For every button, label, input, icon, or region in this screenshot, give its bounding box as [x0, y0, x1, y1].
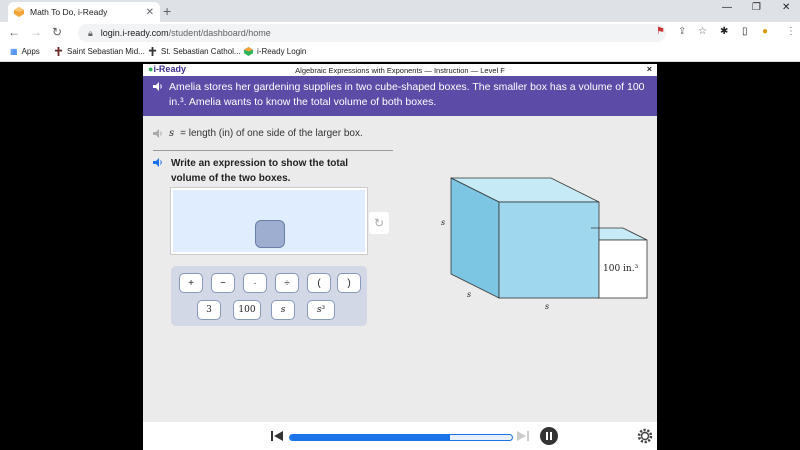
reload-icon[interactable]: ↻: [52, 25, 62, 39]
address-bar[interactable]: 🔒︎ login.i-ready.com/student/dashboard/h…: [78, 24, 666, 42]
bookmarks-bar: ▦ Apps Saint Sebastian Mid... St. Sebast…: [0, 44, 800, 62]
answer-input-area[interactable]: [171, 188, 367, 254]
pause-icon[interactable]: [540, 427, 558, 445]
cubes-drawing: [450, 177, 648, 299]
share-icon[interactable]: ⇪: [678, 26, 686, 37]
lesson-content: s = length (in) of one side of the large…: [143, 116, 657, 422]
new-tab-button[interactable]: +: [163, 3, 171, 19]
speaker-icon[interactable]: [153, 158, 163, 167]
variable-symbol: s: [169, 128, 175, 139]
skip-back-icon[interactable]: [271, 430, 283, 442]
key-close-paren[interactable]: ): [337, 273, 361, 293]
forward-arrow-icon[interactable]: →: [30, 25, 42, 39]
iready-favicon-icon: [244, 47, 253, 56]
key-100[interactable]: 100: [233, 300, 261, 320]
url-host: login.i-ready.com: [100, 28, 169, 38]
browser-tab[interactable]: Math To Do, i-Ready ✕: [8, 2, 160, 22]
large-cube-front-face: [498, 201, 600, 299]
key-3[interactable]: 3: [197, 300, 221, 320]
key-multiply[interactable]: ·: [243, 273, 267, 293]
bookmark-saint-sebastian-mid[interactable]: Saint Sebastian Mid...: [54, 47, 145, 56]
browser-tab-strip: Math To Do, i-Ready ✕ + — ❐ ✕: [0, 0, 800, 22]
bookmark-iready-login[interactable]: i-Ready Login: [244, 47, 306, 56]
speaker-muted-icon[interactable]: [153, 129, 163, 138]
media-controls: [143, 422, 657, 450]
key-s-cubed[interactable]: s³: [307, 300, 335, 320]
back-arrow-icon[interactable]: ←: [8, 25, 20, 39]
minimize-icon[interactable]: —: [722, 2, 732, 13]
browser-toolbar: ← → ↻ 🔒︎ login.i-ready.com/student/dashb…: [0, 22, 800, 44]
settings-gear-icon[interactable]: [637, 428, 653, 444]
expression-keypad: + − · ÷ ( ) 3 100 s s³: [171, 266, 367, 326]
speaker-icon[interactable]: [153, 82, 163, 91]
window-close-icon[interactable]: ✕: [782, 2, 790, 13]
problem-banner: Amelia stores her gardening supplies in …: [143, 76, 657, 116]
label-s-depth: s: [467, 290, 472, 299]
profile-avatar-icon[interactable]: ●: [762, 26, 768, 37]
extensions-icon[interactable]: ✱: [720, 26, 728, 37]
problem-text: Amelia stores her gardening supplies in …: [169, 81, 645, 108]
skip-forward-icon[interactable]: [517, 430, 529, 442]
key-divide[interactable]: ÷: [275, 273, 299, 293]
label-s-left: s: [441, 218, 446, 227]
bookmark-label: St. Sebastian Cathol...: [161, 47, 241, 56]
apps-grid-icon: ▦: [10, 47, 18, 56]
instruction-text: Write an expression to show the total vo…: [171, 158, 349, 184]
side-panel-icon[interactable]: ▯: [742, 26, 748, 37]
url-path: /student/dashboard/home: [168, 28, 271, 38]
tab-close-icon[interactable]: ✕: [146, 7, 154, 18]
key-plus[interactable]: +: [179, 273, 203, 293]
lesson-close-button[interactable]: ×: [647, 64, 652, 74]
key-open-paren[interactable]: (: [307, 273, 331, 293]
divider: [153, 150, 393, 151]
reset-button[interactable]: ↻: [369, 212, 389, 234]
key-s[interactable]: s: [271, 300, 295, 320]
key-minus[interactable]: −: [211, 273, 235, 293]
answer-drop-slot[interactable]: [255, 220, 285, 248]
bookmark-label: Saint Sebastian Mid...: [67, 47, 145, 56]
bookmark-apps[interactable]: ▦ Apps: [10, 47, 40, 56]
reset-icon: ↻: [373, 216, 385, 230]
tab-title: Math To Do, i-Ready: [30, 7, 108, 17]
instruction: Write an expression to show the total vo…: [153, 156, 353, 186]
bookmark-label: Apps: [21, 47, 40, 56]
chrome-menu-icon[interactable]: ⋮: [786, 26, 796, 37]
cross-icon: [148, 47, 157, 56]
site-settings-icon[interactable]: ⚑: [656, 26, 665, 37]
cross-icon: [54, 47, 63, 56]
iready-favicon-icon: [14, 7, 24, 17]
bookmark-st-sebastian-cathol[interactable]: St. Sebastian Cathol...: [148, 47, 241, 56]
lesson-progress-bar[interactable]: [289, 434, 513, 441]
iready-lesson-frame: ●i-Ready Algebraic Expressions with Expo…: [143, 64, 657, 450]
variable-definition-text: = length (in) of one side of the larger …: [180, 128, 363, 139]
lock-icon: 🔒︎: [88, 27, 93, 38]
lesson-header: ●i-Ready Algebraic Expressions with Expo…: [143, 64, 657, 76]
progress-fill: [290, 435, 450, 440]
small-cube-top-face: [591, 227, 648, 241]
small-cube-volume-label: 100 in.³: [603, 264, 639, 274]
restore-icon[interactable]: ❐: [752, 2, 761, 13]
label-s-bottom: s: [545, 302, 550, 311]
lesson-title: Algebraic Expressions with Exponents — I…: [295, 66, 505, 75]
bookmark-star-icon[interactable]: ☆: [698, 26, 707, 37]
variable-definition: s = length (in) of one side of the large…: [153, 128, 363, 139]
two-cubes-figure: s s s 100 in.³: [439, 176, 657, 316]
bookmark-label: i-Ready Login: [257, 47, 307, 56]
